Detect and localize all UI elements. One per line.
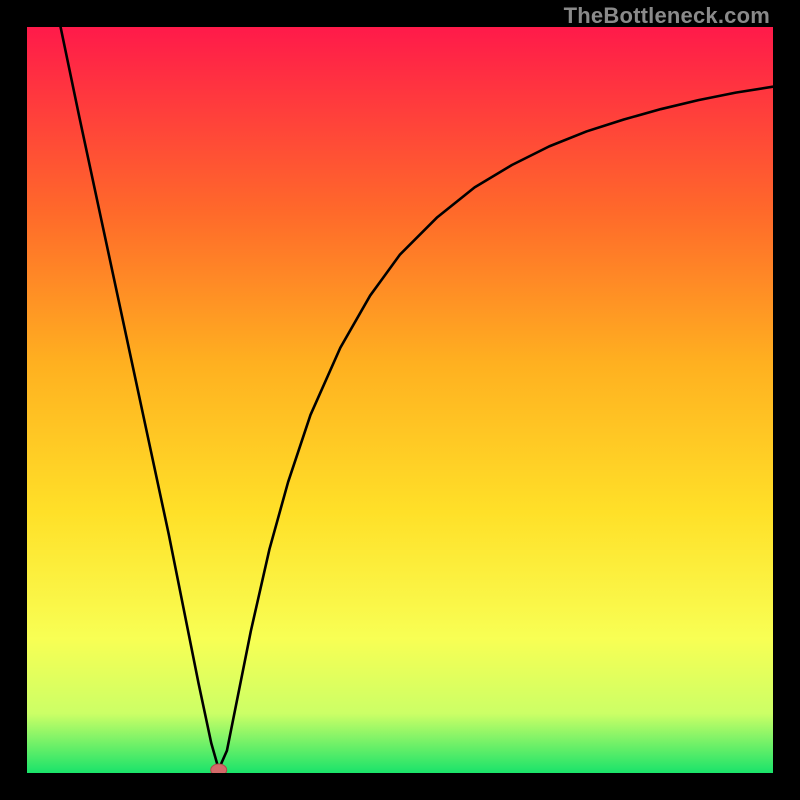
- watermark-text: TheBottleneck.com: [564, 3, 770, 29]
- chart-frame: TheBottleneck.com: [0, 0, 800, 800]
- optimum-marker: [211, 764, 227, 773]
- chart-plot: [27, 27, 773, 773]
